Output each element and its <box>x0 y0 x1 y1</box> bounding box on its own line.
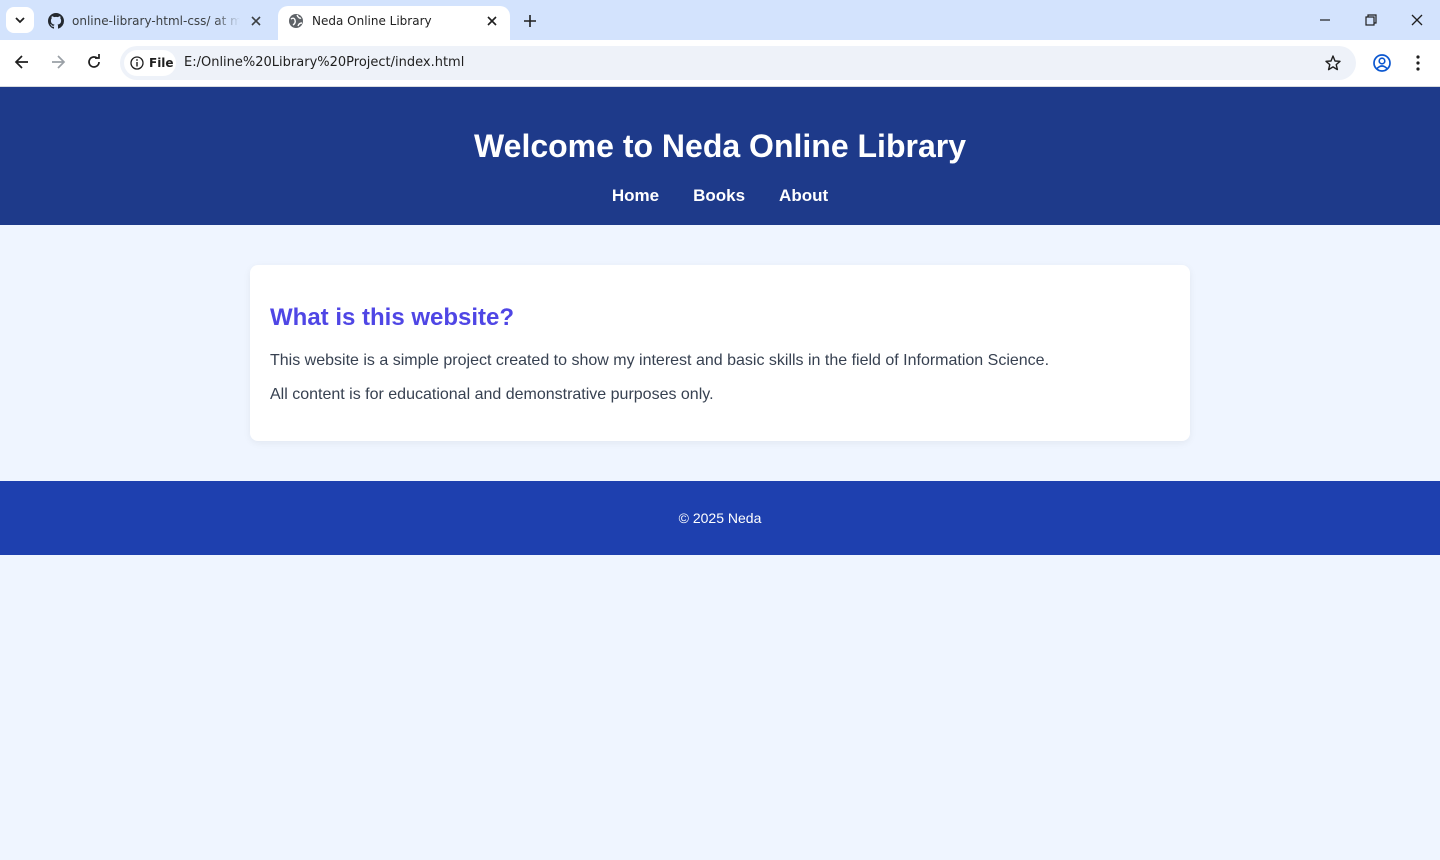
globe-icon <box>289 14 303 28</box>
browser-toolbar: File E:/Online%20Library%20Project/index… <box>0 40 1440 87</box>
back-arrow-icon[interactable] <box>12 52 32 72</box>
close-icon[interactable] <box>484 13 500 29</box>
profile-icon[interactable] <box>1372 53 1392 73</box>
github-icon <box>48 13 64 29</box>
nav-link-about[interactable]: About <box>779 186 828 206</box>
main-nav: Home Books About <box>0 186 1440 206</box>
nav-link-home[interactable]: Home <box>612 186 659 206</box>
star-icon[interactable] <box>1324 54 1342 72</box>
section-heading: What is this website? <box>270 304 515 331</box>
section-paragraph: All content is for educational and demon… <box>270 386 714 403</box>
minimize-icon[interactable] <box>1315 10 1335 30</box>
tab-neda-library[interactable]: Neda Online Library <box>278 6 510 40</box>
copyright-text: © 2025 Neda <box>678 510 762 526</box>
section-paragraph: This website is a simple project created… <box>270 352 1050 369</box>
site-info-label: File <box>149 56 174 70</box>
url-text[interactable]: E:/Online%20Library%20Project/index.html <box>184 55 464 70</box>
tab-title: Neda Online Library <box>312 14 432 28</box>
close-window-icon[interactable] <box>1407 10 1427 30</box>
restore-icon[interactable] <box>1361 10 1381 30</box>
reload-icon[interactable] <box>84 52 104 72</box>
address-bar[interactable]: File E:/Online%20Library%20Project/index… <box>120 46 1356 80</box>
page-title: Welcome to Neda Online Library <box>474 128 966 164</box>
tab-github[interactable]: online-library-html-css/ at main <box>38 6 274 40</box>
site-footer: © 2025 Neda <box>0 481 1440 555</box>
site-header: Welcome to Neda Online Library Home Book… <box>0 87 1440 225</box>
more-menu-icon[interactable] <box>1408 53 1428 73</box>
site-info-chip[interactable]: File <box>124 50 176 76</box>
about-card: What is this website? This website is a … <box>250 265 1190 441</box>
chevron-down-icon <box>15 17 25 24</box>
tab-title: online-library-html-css/ at main <box>72 14 240 28</box>
tab-search-button[interactable] <box>6 7 34 33</box>
close-icon[interactable] <box>248 13 264 29</box>
info-icon <box>130 56 144 70</box>
forward-arrow-icon[interactable] <box>48 52 68 72</box>
nav-link-books[interactable]: Books <box>693 186 745 206</box>
new-tab-icon[interactable] <box>520 11 540 31</box>
tab-strip: online-library-html-css/ at main Neda On… <box>0 0 1440 40</box>
